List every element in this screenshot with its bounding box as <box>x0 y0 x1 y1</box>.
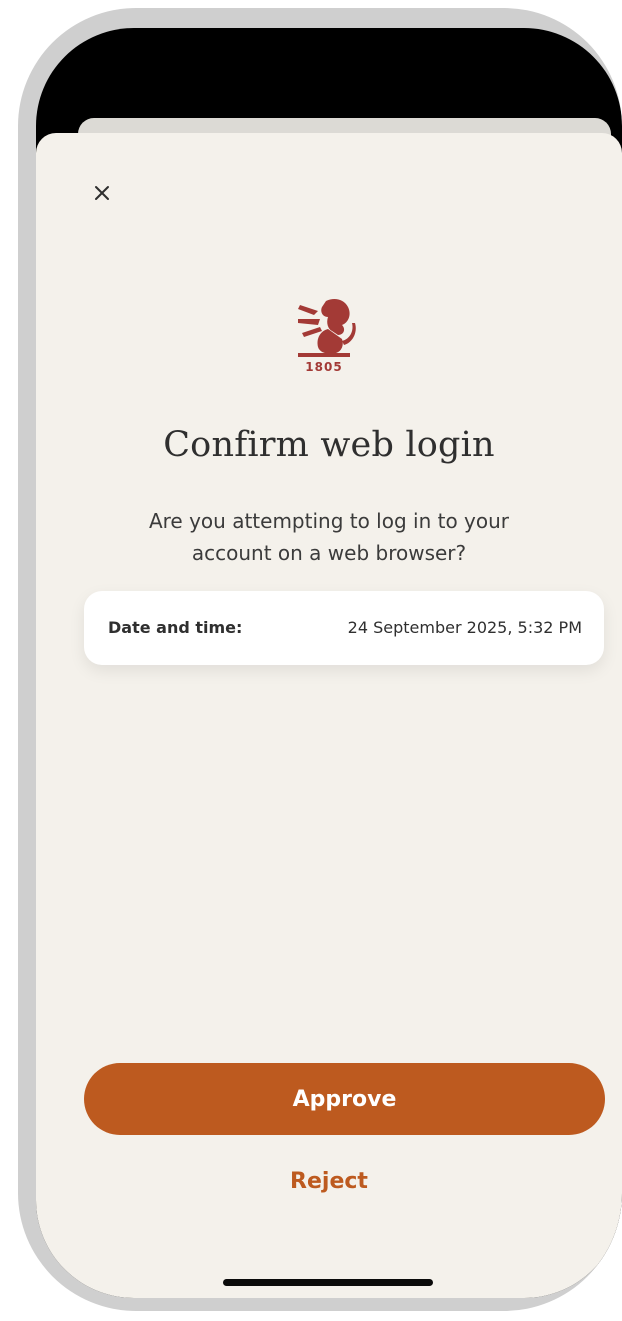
login-details-card: Date and time: 24 September 2025, 5:32 P… <box>84 591 604 665</box>
device-frame: 1805 Confirm web login Are you attemptin… <box>18 8 622 1311</box>
confirm-login-sheet: 1805 Confirm web login Are you attemptin… <box>36 133 622 1298</box>
close-icon <box>95 186 109 200</box>
reject-button[interactable]: Reject <box>229 1159 429 1203</box>
home-indicator <box>223 1279 433 1286</box>
lion-emblem-icon: 1805 <box>298 299 356 374</box>
page-title: Confirm web login <box>163 425 495 465</box>
date-time-value: 24 September 2025, 5:32 PM <box>347 618 582 637</box>
logo-year: 1805 <box>305 360 342 374</box>
device-screen: 1805 Confirm web login Are you attemptin… <box>36 28 622 1298</box>
page-subtitle: Are you attempting to log in to your acc… <box>148 509 510 565</box>
close-button[interactable] <box>82 173 122 213</box>
date-time-label: Date and time: <box>108 618 243 637</box>
approve-button[interactable]: Approve <box>84 1063 605 1135</box>
